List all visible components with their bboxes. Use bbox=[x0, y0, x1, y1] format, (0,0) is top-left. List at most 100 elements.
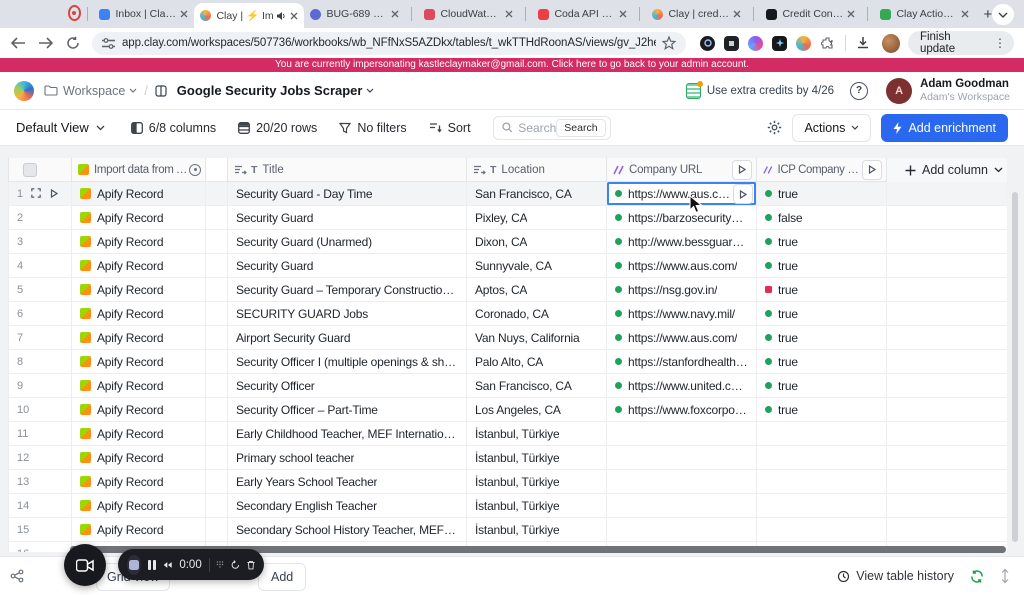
source-cell[interactable]: Apify Record bbox=[72, 182, 206, 206]
select-all-checkbox[interactable] bbox=[23, 162, 37, 177]
source-cell[interactable]: Apify Record bbox=[72, 446, 206, 470]
clay-logo[interactable] bbox=[14, 80, 34, 101]
hidden-columns-cell[interactable] bbox=[206, 254, 228, 278]
credits-reminder[interactable]: Use extra credits by 4/26 bbox=[685, 80, 834, 99]
site-settings-icon[interactable] bbox=[102, 37, 115, 49]
row-number-cell[interactable]: 2 bbox=[8, 206, 72, 230]
actions-button[interactable]: Actions bbox=[792, 113, 872, 142]
tab-close-icon[interactable] bbox=[180, 10, 188, 18]
hidden-columns-cell[interactable] bbox=[206, 350, 228, 374]
row-number-cell[interactable]: 14 bbox=[8, 494, 72, 518]
empty-cell[interactable] bbox=[887, 230, 1007, 254]
title-cell[interactable]: Primary school teacher bbox=[228, 446, 467, 470]
source-cell[interactable]: Apify Record bbox=[72, 518, 206, 542]
row-number-cell[interactable]: 10 bbox=[8, 398, 72, 422]
share-nodes-icon[interactable] bbox=[10, 569, 24, 583]
row-number-cell[interactable]: 8 bbox=[8, 350, 72, 374]
finish-update-button[interactable]: Finish update ⋮ bbox=[907, 31, 1014, 55]
row-number-cell[interactable]: 13 bbox=[8, 470, 72, 494]
column-header-icp[interactable]: ICP Company Hiring bbox=[757, 158, 887, 182]
url-text[interactable]: app.clay.com/workspaces/507736/workbooks… bbox=[122, 37, 656, 49]
location-cell[interactable]: San Francisco, CA bbox=[467, 182, 607, 206]
source-cell[interactable]: Apify Record bbox=[72, 302, 206, 326]
tab-close-icon[interactable] bbox=[961, 10, 969, 18]
company-url-cell[interactable] bbox=[607, 470, 757, 494]
hidden-columns-cell[interactable] bbox=[206, 446, 228, 470]
source-cell[interactable]: Apify Record bbox=[72, 230, 206, 254]
browser-tab[interactable]: Inbox | Clay | In bbox=[93, 0, 194, 28]
source-cell[interactable]: Apify Record bbox=[72, 278, 206, 302]
title-cell[interactable]: Secondary School History Teacher, MEF In… bbox=[228, 518, 467, 542]
browser-tab[interactable]: CloudWatch | u bbox=[418, 0, 519, 28]
drag-dots-icon[interactable] bbox=[216, 559, 224, 570]
company-url-cell[interactable]: https://www.aus.com/ bbox=[607, 254, 757, 278]
empty-cell[interactable] bbox=[887, 182, 1007, 206]
browser-menu-icon[interactable]: ⋮ bbox=[990, 36, 1010, 50]
location-cell[interactable]: Palo Alto, CA bbox=[467, 350, 607, 374]
title-cell[interactable]: Security Guard bbox=[228, 206, 467, 230]
empty-cell[interactable] bbox=[887, 494, 1007, 518]
open-cell-button[interactable] bbox=[733, 184, 753, 204]
title-cell[interactable]: Security Guard - Day Time bbox=[228, 182, 467, 206]
extension-icon[interactable] bbox=[724, 35, 739, 51]
icp-cell[interactable]: true bbox=[757, 326, 887, 350]
location-cell[interactable]: İstanbul, Türkiye bbox=[467, 494, 607, 518]
workbook-title[interactable]: Google Security Jobs Scraper bbox=[177, 83, 363, 98]
column-header-title[interactable]: T Title bbox=[228, 158, 467, 182]
title-cell[interactable]: Security Guard bbox=[228, 254, 467, 278]
icp-cell[interactable]: true bbox=[757, 278, 887, 302]
row-number-cell[interactable]: 4 bbox=[8, 254, 72, 278]
icp-cell[interactable] bbox=[757, 518, 887, 542]
sparkle-extension-icon[interactable] bbox=[772, 35, 787, 51]
location-cell[interactable]: Van Nuys, California bbox=[467, 326, 607, 350]
empty-cell[interactable] bbox=[887, 326, 1007, 350]
location-cell[interactable]: Aptos, CA bbox=[467, 278, 607, 302]
empty-cell[interactable] bbox=[887, 422, 1007, 446]
company-url-cell[interactable]: https://www.aus.com/ bbox=[607, 326, 757, 350]
source-cell[interactable]: Apify Record bbox=[72, 494, 206, 518]
icp-cell[interactable]: true bbox=[757, 374, 887, 398]
empty-cell[interactable] bbox=[887, 206, 1007, 230]
company-url-cell[interactable]: https://barzosecurityservic... bbox=[607, 206, 757, 230]
location-cell[interactable]: San Francisco, CA bbox=[467, 374, 607, 398]
icp-cell[interactable] bbox=[757, 446, 887, 470]
camera-bubble[interactable] bbox=[64, 544, 106, 586]
location-cell[interactable]: Pixley, CA bbox=[467, 206, 607, 230]
company-url-cell[interactable]: https://www.united.com/en... bbox=[607, 374, 757, 398]
hidden-columns-cell[interactable] bbox=[206, 182, 228, 206]
tab-close-icon[interactable] bbox=[391, 10, 399, 18]
icp-cell[interactable]: false bbox=[757, 206, 887, 230]
icp-cell[interactable]: true bbox=[757, 302, 887, 326]
empty-cell[interactable] bbox=[887, 518, 1007, 542]
tab-close-icon[interactable] bbox=[847, 10, 855, 18]
browser-tab[interactable]: BUG-689 cod bbox=[304, 0, 405, 28]
row-number-cell[interactable]: 1 bbox=[8, 182, 72, 206]
company-url-cell[interactable]: http://www.bessguards.com/ bbox=[607, 230, 757, 254]
trash-icon[interactable] bbox=[247, 559, 255, 571]
title-cell[interactable]: Secondary English Teacher bbox=[228, 494, 467, 518]
search-submit-button[interactable]: Search bbox=[556, 118, 606, 137]
hidden-columns-cell[interactable] bbox=[206, 374, 228, 398]
company-url-cell[interactable] bbox=[607, 422, 757, 446]
hidden-columns-cell[interactable] bbox=[206, 230, 228, 254]
company-url-cell[interactable] bbox=[607, 446, 757, 470]
icp-cell[interactable]: true bbox=[757, 230, 887, 254]
location-cell[interactable]: İstanbul, Türkiye bbox=[467, 422, 607, 446]
title-cell[interactable]: Security Officer bbox=[228, 374, 467, 398]
hidden-columns-cell[interactable] bbox=[206, 206, 228, 230]
columns-button[interactable]: 6/8 columns bbox=[130, 121, 216, 135]
column-header-source[interactable]: Import data from Api bbox=[72, 158, 206, 182]
location-cell[interactable]: İstanbul, Türkiye bbox=[467, 518, 607, 542]
source-cell[interactable]: Apify Record bbox=[72, 470, 206, 494]
row-number-cell[interactable]: 9 bbox=[8, 374, 72, 398]
empty-cell[interactable] bbox=[887, 302, 1007, 326]
hidden-columns-cell[interactable] bbox=[206, 518, 228, 542]
location-cell[interactable]: İstanbul, Türkiye bbox=[467, 446, 607, 470]
hidden-columns-cell[interactable] bbox=[206, 278, 228, 302]
hidden-columns-cell[interactable] bbox=[206, 494, 228, 518]
source-cell[interactable]: Apify Record bbox=[72, 206, 206, 230]
stop-recording-button[interactable] bbox=[127, 554, 142, 575]
company-url-cell[interactable]: https://nsg.gov.in/ bbox=[607, 278, 757, 302]
settings-gear-icon[interactable] bbox=[767, 120, 782, 135]
password-manager-extension-icon[interactable] bbox=[700, 35, 715, 51]
